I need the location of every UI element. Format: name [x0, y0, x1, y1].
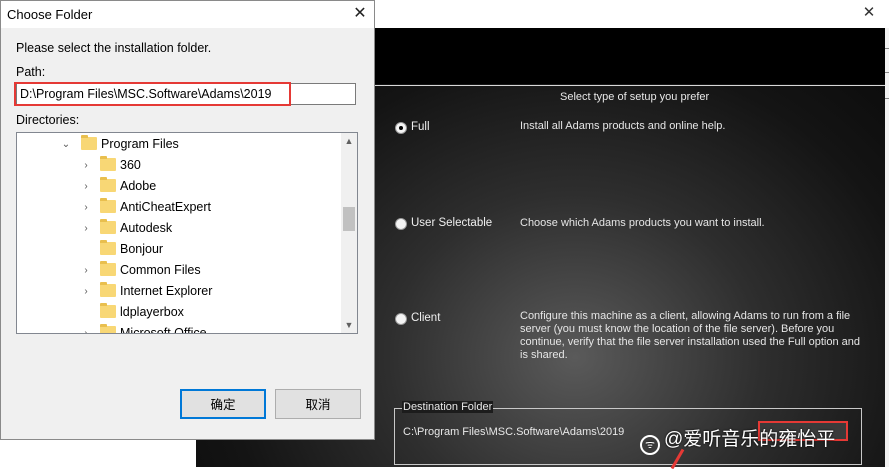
path-input[interactable] — [16, 83, 356, 105]
directory-tree[interactable]: ⌄ Program Files › 360 › Adobe › AntiChea… — [16, 132, 358, 334]
full-radio-icon[interactable] — [395, 122, 407, 134]
chevron-right-icon[interactable]: › — [81, 260, 91, 281]
tree-item-label: ldplayerbox — [120, 305, 184, 319]
setup-type-caption: Select type of setup you prefer — [560, 91, 710, 103]
folder-icon — [100, 303, 116, 318]
destination-path: C:\Program Files\MSC.Software\Adams\2019 — [403, 426, 625, 438]
chevron-right-icon[interactable]: › — [81, 323, 91, 333]
folder-icon — [100, 261, 116, 276]
full-option-label[interactable]: Full — [411, 121, 430, 133]
folder-icon — [100, 198, 116, 213]
scroll-up-icon[interactable]: ▲ — [341, 133, 357, 149]
chevron-right-icon[interactable]: › — [81, 176, 91, 197]
ok-button[interactable]: 确定 — [180, 389, 266, 419]
weibo-logo-icon: ᯤ — [640, 435, 660, 455]
dialog-titlebar: Choose Folder ✕ — [1, 1, 374, 28]
close-icon[interactable]: ✕ — [351, 5, 369, 23]
installer-right-edge — [885, 28, 889, 467]
folder-icon — [100, 282, 116, 297]
tree-item-label: AntiCheatExpert — [120, 200, 212, 214]
tree-item-label: Program Files — [101, 137, 179, 151]
destination-folder-legend: Destination Folder — [402, 401, 494, 413]
tree-item-label: 360 — [120, 158, 141, 172]
directories-label: Directories: — [16, 113, 80, 127]
cancel-button[interactable]: 取消 — [275, 389, 361, 419]
tree-item-label: Adobe — [120, 179, 157, 193]
client-radio-icon[interactable] — [395, 313, 407, 325]
watermark: ᯤ @爱听音乐的雍怡平 — [640, 424, 835, 455]
watermark-text: @爱听音乐的雍怡平 — [664, 429, 836, 450]
chevron-down-icon[interactable]: ⌄ — [61, 134, 71, 155]
user-selectable-option-description: Choose which Adams products you want to … — [520, 217, 765, 229]
dialog-title: Choose Folder — [7, 7, 93, 22]
choose-folder-dialog: Choose Folder ✕ Please select the instal… — [0, 0, 375, 440]
instruction-text: Please select the installation folder. — [16, 41, 212, 55]
user-selectable-radio-icon[interactable] — [395, 218, 407, 230]
tree-item-label: Autodesk — [120, 221, 173, 235]
chevron-right-icon[interactable]: › — [81, 218, 91, 239]
tree-item-label: Common Files — [120, 263, 201, 277]
chevron-right-icon[interactable]: › — [81, 281, 91, 302]
user-selectable-option-label[interactable]: User Selectable — [411, 217, 492, 229]
chevron-right-icon[interactable]: › — [81, 197, 91, 218]
folder-icon — [100, 156, 116, 171]
folder-icon — [100, 324, 116, 333]
folder-icon — [81, 135, 97, 150]
tree-item-label: Bonjour — [120, 242, 164, 256]
scroll-down-icon[interactable]: ▼ — [341, 317, 357, 333]
client-option-label[interactable]: Client — [411, 312, 440, 324]
scrollbar-thumb[interactable] — [343, 207, 355, 231]
path-label: Path: — [16, 65, 46, 79]
chevron-right-icon[interactable]: › — [81, 155, 91, 176]
tree-item-label: Microsoft Office — [120, 326, 207, 334]
tree-item-label: Internet Explorer — [120, 284, 213, 298]
installer-close-icon[interactable]: ✕ — [861, 5, 877, 21]
tree-scrollbar[interactable]: ▲ ▼ — [341, 133, 357, 333]
folder-icon — [100, 219, 116, 234]
client-option-description: Configure this machine as a client, allo… — [520, 310, 860, 361]
folder-icon — [100, 177, 116, 192]
full-option-description: Install all Adams products and online he… — [520, 120, 726, 132]
folder-icon — [100, 240, 116, 255]
